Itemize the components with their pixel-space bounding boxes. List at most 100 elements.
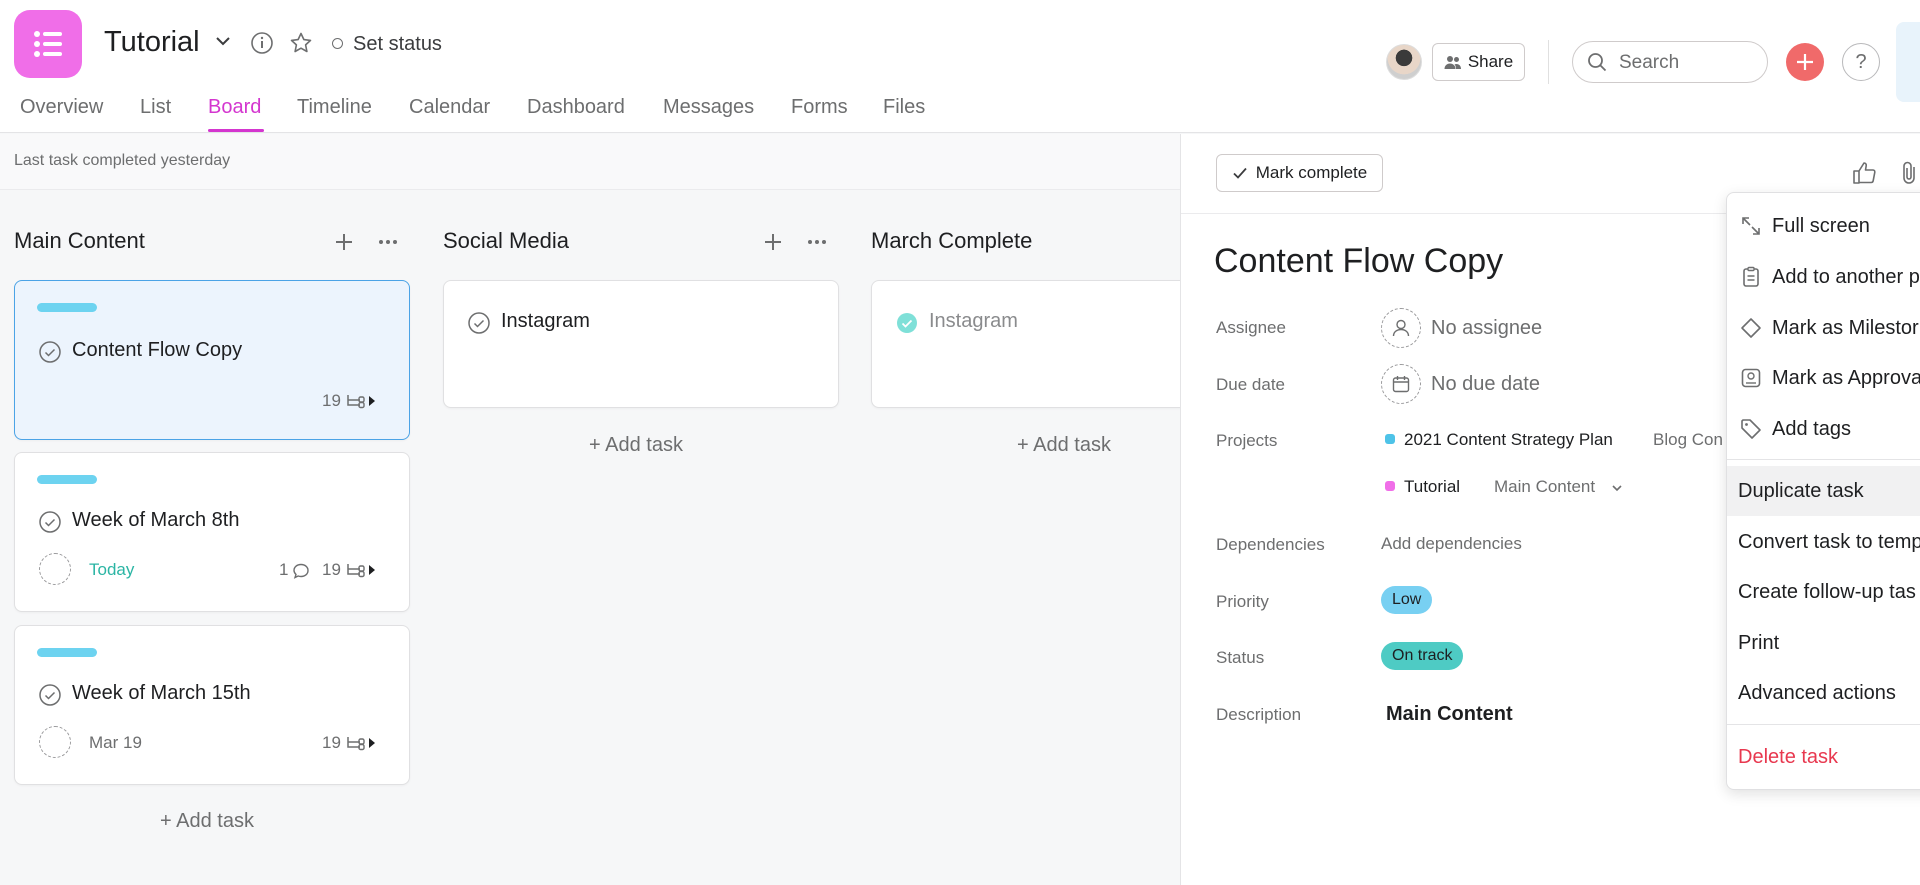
task-card[interactable]: Instagram [871, 280, 1191, 408]
menu-item-full-screen[interactable]: Full screen [1727, 201, 1920, 251]
menu-item-advanced-actions[interactable]: Advanced actions [1727, 668, 1920, 718]
menu-item-print[interactable]: Print [1727, 618, 1920, 668]
task-card[interactable]: Week of March 15th Mar 19 19 [14, 625, 410, 785]
subtask-icon[interactable] [345, 392, 379, 410]
task-card[interactable]: Week of March 8th Today 1 19 [14, 452, 410, 612]
check-circle-icon[interactable] [39, 341, 61, 363]
subtask-icon[interactable] [345, 734, 379, 752]
project-section[interactable]: Main Content [1494, 477, 1595, 497]
project-header: Tutorial Set status Overview List Board … [0, 0, 1920, 133]
column-title-main-content[interactable]: Main Content [14, 228, 145, 254]
menu-item-label: Print [1738, 632, 1780, 654]
members-icon [1444, 56, 1461, 69]
plus-icon [1797, 54, 1813, 70]
tab-board[interactable]: Board [208, 96, 261, 119]
tab-forms[interactable]: Forms [791, 96, 848, 119]
menu-item-label: Convert task to temp [1738, 531, 1920, 553]
add-task-button[interactable]: + Add task [1017, 434, 1111, 457]
info-icon[interactable] [250, 31, 274, 55]
plus-icon[interactable] [333, 231, 355, 253]
menu-item-mark-milestone[interactable]: Mark as Milestor [1727, 303, 1920, 353]
menu-item-add-tags[interactable]: Add tags [1727, 404, 1920, 454]
priority-badge[interactable]: Low [1381, 586, 1433, 614]
card-title: Instagram [929, 310, 1018, 332]
calendar-icon[interactable] [1381, 364, 1421, 404]
approval-icon [1741, 368, 1761, 388]
card-title: Instagram [501, 310, 590, 332]
due-date-value[interactable]: No due date [1431, 373, 1540, 396]
tab-list[interactable]: List [140, 96, 171, 119]
share-label: Share [1467, 52, 1514, 71]
tab-overview[interactable]: Overview [20, 96, 103, 119]
menu-item-add-to-project[interactable]: Add to another p [1727, 252, 1920, 302]
card-color-bar [37, 648, 97, 657]
expand-icon [1742, 217, 1760, 235]
add-dependencies-button[interactable]: Add dependencies [1381, 534, 1522, 554]
menu-item-convert-to-template[interactable]: Convert task to temp [1727, 517, 1920, 567]
task-card[interactable]: Instagram [443, 280, 839, 408]
plus-icon[interactable] [762, 231, 784, 253]
mark-complete-button[interactable]: Mark complete [1216, 154, 1383, 192]
chevron-down-icon[interactable] [212, 30, 234, 52]
more-icon[interactable] [806, 231, 828, 253]
paperclip-icon[interactable] [1899, 160, 1920, 186]
assignee-placeholder-icon[interactable] [1381, 308, 1421, 348]
priority-label: Priority [1216, 592, 1269, 611]
assignee-placeholder-icon[interactable] [39, 553, 71, 585]
add-task-button[interactable]: + Add task [160, 810, 254, 833]
description-text[interactable]: Main Content [1386, 703, 1513, 726]
column-title-march-complete[interactable]: March Complete [871, 228, 1032, 254]
tab-messages[interactable]: Messages [663, 96, 754, 119]
subtask-icon[interactable] [345, 561, 379, 579]
tab-files[interactable]: Files [883, 96, 925, 119]
check-circle-icon[interactable] [468, 312, 490, 334]
project-title: Tutorial [104, 26, 200, 58]
search-input[interactable]: Search [1572, 41, 1768, 83]
check-circle-completed-icon[interactable] [896, 312, 918, 334]
upgrade-card[interactable] [1896, 22, 1920, 102]
mark-complete-label: Mark complete [1255, 163, 1368, 182]
menu-item-mark-approval[interactable]: Mark as Approva [1727, 353, 1920, 403]
card-title: Content Flow Copy [72, 339, 243, 361]
menu-item-label: Add tags [1772, 418, 1851, 440]
menu-divider [1727, 724, 1920, 725]
project-name[interactable]: Tutorial [1404, 477, 1460, 497]
menu-item-duplicate-task[interactable]: Duplicate task [1727, 466, 1920, 516]
assignee-label: Assignee [1216, 318, 1286, 337]
due-date[interactable]: Today [89, 560, 134, 580]
project-section[interactable]: Blog Con [1653, 430, 1723, 450]
status-badge[interactable]: On track [1381, 642, 1464, 670]
chevron-down-icon[interactable] [1610, 481, 1624, 495]
check-circle-icon[interactable] [39, 511, 61, 533]
tab-calendar[interactable]: Calendar [409, 96, 490, 119]
menu-item-label: Delete task [1738, 746, 1839, 768]
menu-item-create-follow-up[interactable]: Create follow-up tas [1727, 567, 1920, 617]
column-title-social-media[interactable]: Social Media [443, 228, 569, 254]
thumbs-up-icon[interactable] [1851, 160, 1877, 186]
project-color-dot [1385, 434, 1395, 444]
menu-item-delete-task[interactable]: Delete task [1727, 732, 1920, 782]
menu-item-label: Mark as Milestor [1772, 317, 1919, 339]
set-status-button[interactable]: Set status [353, 33, 442, 56]
divider [1548, 40, 1549, 84]
project-name[interactable]: 2021 Content Strategy Plan [1404, 430, 1613, 450]
due-date[interactable]: Mar 19 [89, 733, 142, 753]
tab-dashboard[interactable]: Dashboard [527, 96, 625, 119]
share-button[interactable]: Share [1432, 43, 1525, 81]
assignee-placeholder-icon[interactable] [39, 726, 71, 758]
project-list-icon[interactable] [14, 10, 82, 78]
help-button[interactable]: ? [1842, 43, 1880, 81]
menu-item-label: Create follow-up tas [1738, 581, 1916, 603]
star-icon[interactable] [289, 31, 313, 55]
tab-timeline[interactable]: Timeline [297, 96, 372, 119]
task-card[interactable]: Content Flow Copy 19 [14, 280, 410, 440]
add-task-button[interactable]: + Add task [589, 434, 683, 457]
assignee-value[interactable]: No assignee [1431, 317, 1542, 340]
quick-add-button[interactable] [1786, 43, 1824, 81]
check-circle-icon[interactable] [39, 684, 61, 706]
more-icon[interactable] [377, 231, 399, 253]
task-title[interactable]: Content Flow Copy [1214, 242, 1503, 281]
menu-item-label: Full screen [1772, 215, 1870, 237]
avatar[interactable] [1386, 44, 1422, 80]
comment-icon[interactable] [292, 562, 310, 580]
